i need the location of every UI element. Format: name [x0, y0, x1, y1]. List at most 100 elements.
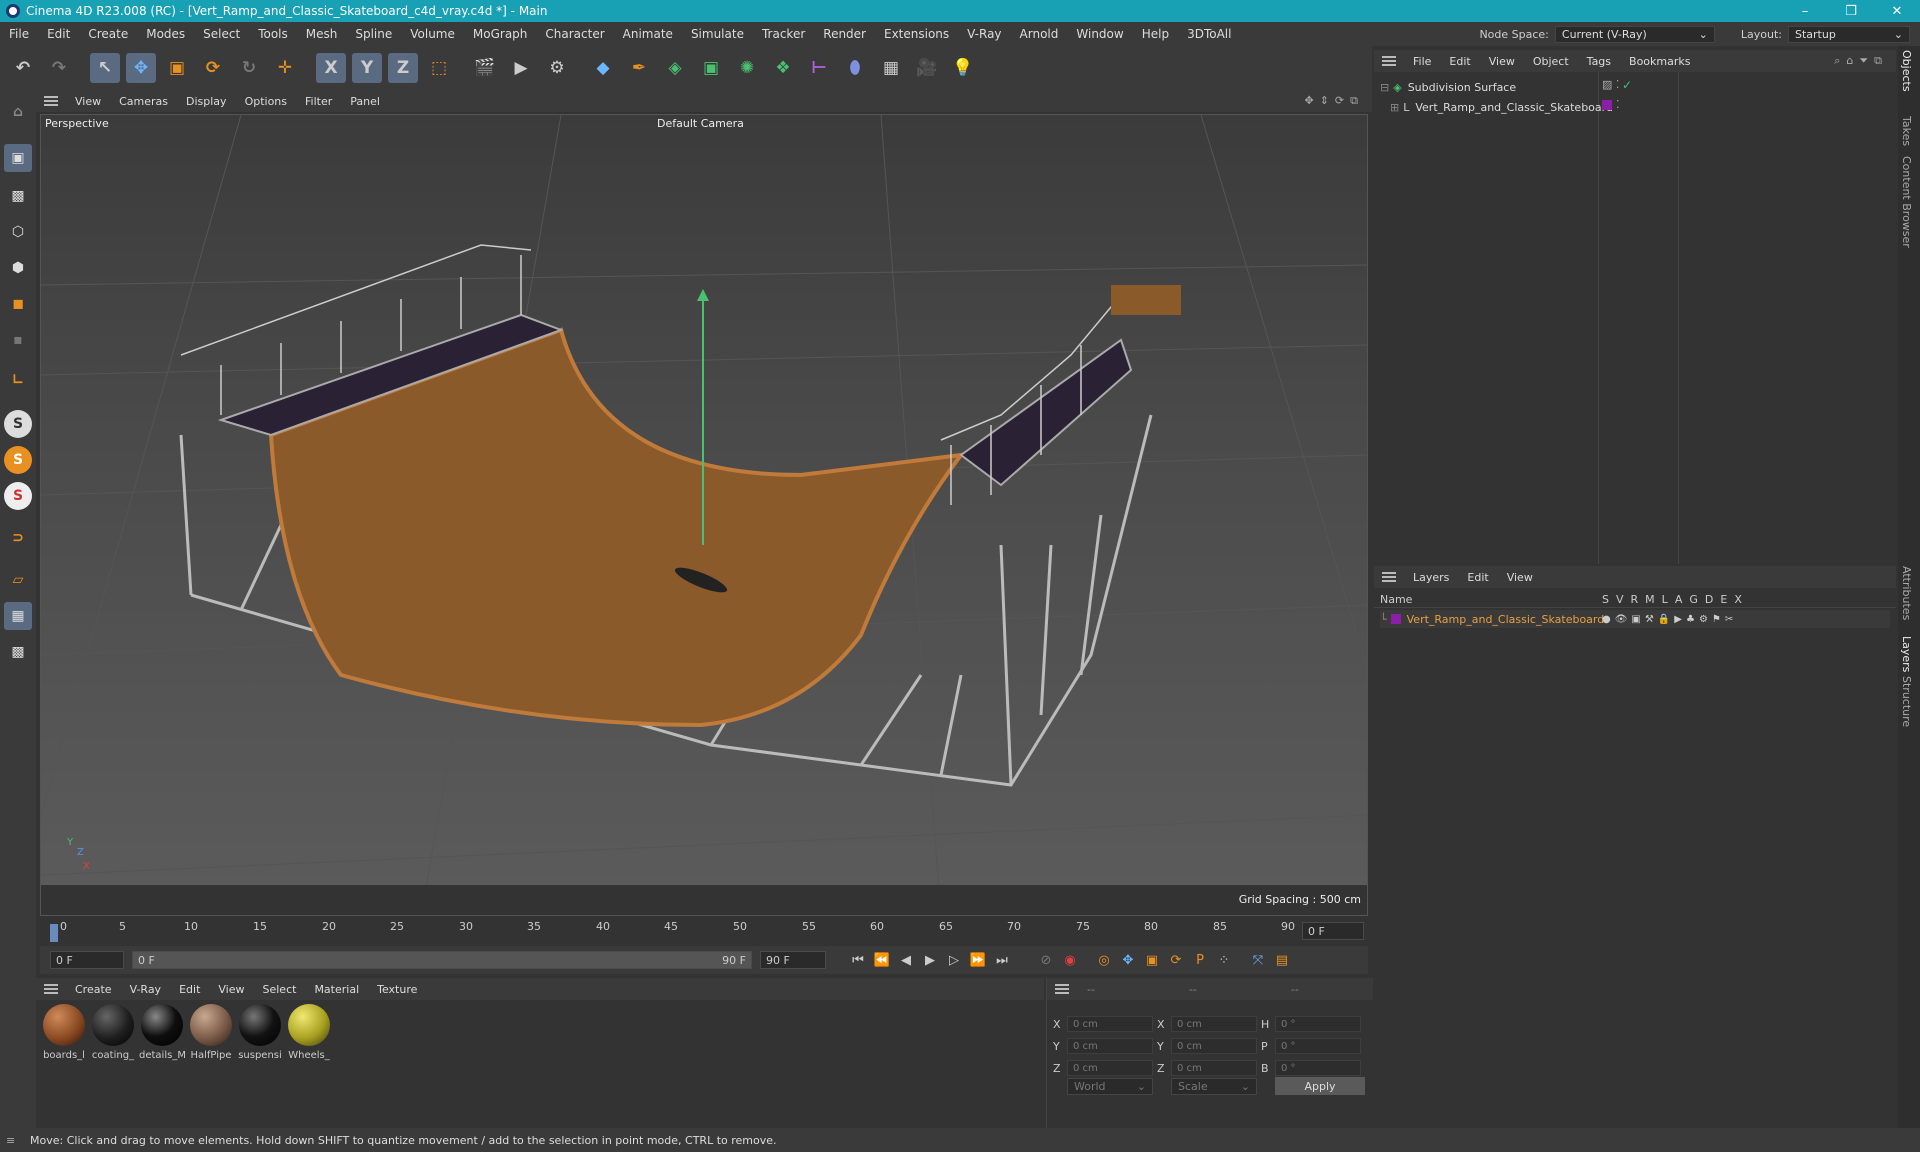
recent-tool-icon[interactable]: ↻ [234, 53, 264, 83]
side-tab-objects[interactable]: Objects [1900, 50, 1913, 92]
object-menu-view[interactable]: View [1480, 55, 1524, 68]
menu-extensions[interactable]: Extensions [875, 27, 958, 41]
undo-icon[interactable]: ↶ [8, 53, 38, 83]
make-editable-icon[interactable]: ⌂ [4, 98, 32, 126]
render-settings-icon[interactable]: ⚙ [542, 53, 572, 83]
polygons-mode-icon[interactable]: ◼ [4, 290, 32, 318]
render-view-icon[interactable]: 🎬 [470, 53, 500, 83]
material-menu-material[interactable]: Material [305, 983, 368, 996]
expand-icon[interactable]: ⊟ [1380, 81, 1389, 94]
viewport-navigation-icons[interactable]: ✥⇕⟳⧉ [1304, 94, 1364, 108]
render-to-picture-viewer-icon[interactable]: ▶ [506, 53, 536, 83]
scale-key-icon[interactable]: ▣ [1140, 949, 1164, 971]
hamburger-menu-icon[interactable] [1382, 572, 1396, 582]
next-frame-icon[interactable]: ▷ [942, 949, 966, 971]
layer-menu-edit[interactable]: Edit [1458, 571, 1497, 584]
hamburger-menu-icon[interactable] [44, 96, 58, 106]
flag-header-e[interactable]: E [1720, 593, 1727, 606]
menu-edit[interactable]: Edit [38, 27, 79, 41]
current-frame-field[interactable]: 0 F [1302, 922, 1364, 940]
object-search-icons[interactable]: ⌕⌂⏷⧉ [1834, 54, 1888, 68]
start-frame-field[interactable]: 0 F [50, 951, 124, 969]
expand-icon[interactable]: ⊞ [1390, 101, 1399, 114]
object-menu-bookmarks[interactable]: Bookmarks [1620, 55, 1699, 68]
hamburger-menu-icon[interactable] [44, 984, 58, 994]
model-mode-icon[interactable]: ▣ [4, 144, 32, 172]
layer-menu-view[interactable]: View [1498, 571, 1542, 584]
menu-select[interactable]: Select [194, 27, 249, 41]
size-z-field[interactable]: 0 cm [1171, 1060, 1257, 1076]
deformer-icon[interactable]: ⊢ [804, 53, 834, 83]
menu-volume[interactable]: Volume [401, 27, 464, 41]
pen-spline-icon[interactable]: ✒ [624, 53, 654, 83]
size-mode-dropdown[interactable]: Scale ⌄ [1171, 1078, 1257, 1095]
material-swatch[interactable]: HalfPipe [187, 1004, 235, 1061]
menu-mesh[interactable]: Mesh [297, 27, 347, 41]
end-frame-field[interactable]: 90 F [760, 951, 826, 969]
flag-header-v[interactable]: V [1616, 593, 1624, 606]
menu-spline[interactable]: Spline [346, 27, 401, 41]
extrude-icon[interactable]: ▣ [696, 53, 726, 83]
layer-color-swatch[interactable] [1390, 614, 1401, 624]
node-space-dropdown[interactable]: Current (V-Ray) ⌄ [1554, 25, 1715, 43]
menu-animate[interactable]: Animate [614, 27, 682, 41]
autokey-icon[interactable]: ◉ [1058, 949, 1082, 971]
rotate-icon[interactable]: ⟳ [198, 53, 228, 83]
material-menu-vray[interactable]: V-Ray [121, 983, 171, 996]
cloner-icon[interactable]: ✺ [732, 53, 762, 83]
coordinate-mode-dropdown[interactable]: World ⌄ [1067, 1078, 1153, 1095]
flag-header-g[interactable]: G [1689, 593, 1698, 606]
menu-character[interactable]: Character [536, 27, 613, 41]
select-cursor-icon[interactable]: ↖ [90, 53, 120, 83]
add-icon[interactable]: ✛ [270, 53, 300, 83]
layer-row[interactable]: └ Vert_Ramp_and_Classic_Skateboard ●👁▣⚒🔒… [1380, 610, 1890, 628]
subdivision-icon[interactable]: ◈ [660, 53, 690, 83]
frame-range-slider[interactable]: 0 F 90 F [132, 951, 752, 969]
point-level-icon[interactable]: ⁘ [1212, 949, 1236, 971]
scale-icon[interactable]: ▣ [162, 53, 192, 83]
go-to-end-icon[interactable]: ⏭ [990, 949, 1014, 971]
menu-modes[interactable]: Modes [137, 27, 194, 41]
menu-tracker[interactable]: Tracker [753, 27, 814, 41]
timeline-window-icon[interactable]: ▤ [1270, 949, 1294, 971]
object-row[interactable]: ⊞ ᒪ Vert_Ramp_and_Classic_Skateboard [1390, 98, 1613, 116]
object-menu-object[interactable]: Object [1524, 55, 1578, 68]
close-icon[interactable]: ✕ [1874, 4, 1920, 19]
size-y-field[interactable]: 0 cm [1171, 1038, 1257, 1054]
object-menu-file[interactable]: File [1404, 55, 1440, 68]
snap-icon[interactable]: S [4, 410, 32, 438]
size-x-field[interactable]: 0 cm [1171, 1016, 1257, 1032]
object-menu-tags[interactable]: Tags [1578, 55, 1620, 68]
menu-help[interactable]: Help [1133, 27, 1178, 41]
menu-vray[interactable]: V-Ray [958, 27, 1010, 41]
floor-icon[interactable]: ▦ [876, 53, 906, 83]
points-mode-icon[interactable]: ⬡ [4, 218, 32, 246]
material-menu-edit[interactable]: Edit [170, 983, 209, 996]
coordinate-system-icon[interactable]: ⬚ [424, 53, 454, 83]
go-to-start-icon[interactable]: ⏮ [846, 949, 870, 971]
move-icon[interactable]: ✥ [126, 53, 156, 83]
play-icon[interactable]: ▶ [918, 949, 942, 971]
layout-dropdown[interactable]: Startup ⌄ [1788, 25, 1910, 43]
layer-color-swatch[interactable] [1602, 100, 1612, 110]
flag-header-r[interactable]: R [1631, 593, 1639, 606]
magnet-icon[interactable]: ⊃ [4, 524, 32, 552]
hamburger-menu-icon[interactable] [1055, 984, 1069, 994]
z-axis-toggle[interactable]: Z [388, 53, 418, 83]
material-swatch[interactable]: coating_ [89, 1004, 137, 1061]
flag-header-d[interactable]: D [1705, 593, 1713, 606]
y-axis-toggle[interactable]: Y [352, 53, 382, 83]
record-keys-icon[interactable]: ⊘ [1034, 949, 1058, 971]
material-menu-texture[interactable]: Texture [368, 983, 426, 996]
rotation-h-field[interactable]: 0 ° [1275, 1016, 1361, 1032]
material-swatch[interactable]: boards_l [40, 1004, 88, 1061]
position-y-field[interactable]: 0 cm [1067, 1038, 1153, 1054]
hamburger-menu-icon[interactable] [1382, 56, 1396, 66]
menu-tools[interactable]: Tools [249, 27, 297, 41]
x-axis-toggle[interactable]: X [316, 53, 346, 83]
viewport-menu-panel[interactable]: Panel [341, 95, 389, 108]
texture-mode-icon[interactable]: ▩ [4, 182, 32, 210]
flag-header-l[interactable]: L [1662, 593, 1668, 606]
previous-key-icon[interactable]: ⏪ [870, 949, 894, 971]
viewport-menu-cameras[interactable]: Cameras [110, 95, 177, 108]
